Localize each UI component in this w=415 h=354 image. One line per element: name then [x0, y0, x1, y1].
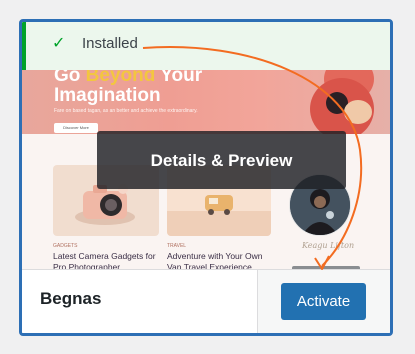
theme-card[interactable]: Go Beyond Your Imagination Fare on based… [19, 19, 393, 336]
preview-post-title-1: Latest Camera Gadgets for Pro Photograph… [53, 251, 156, 270]
installed-notice: ✓ Installed [22, 22, 390, 70]
preview-post-label-2: TRAVEL [167, 243, 187, 249]
preview-hero-button: Discover More [54, 123, 98, 133]
details-preview-button[interactable]: Details & Preview [97, 131, 346, 189]
theme-name: Begnas [40, 289, 102, 308]
theme-footer: Begnas Activate [22, 269, 390, 333]
installed-label: Installed [82, 35, 138, 52]
preview-hero-title-line2: Imagination [54, 85, 161, 106]
preview-post-label-1: GADGETS [53, 243, 78, 249]
preview-post-title-2: Adventure with Your Own Van Travel Exper… [167, 251, 263, 270]
theme-actions: Activate [257, 270, 390, 333]
checkmark-icon: ✓ [52, 35, 66, 52]
preview-signature: Keagu Lifton [302, 241, 355, 250]
preview-hero-subtitle: Fare on based tagan, as an better and ac… [54, 108, 198, 114]
activate-button[interactable]: Activate [281, 283, 366, 320]
